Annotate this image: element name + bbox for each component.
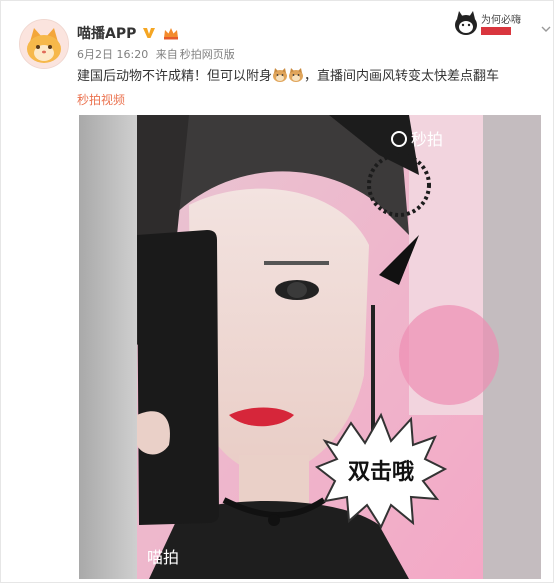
cat-avatar-icon (20, 20, 68, 68)
verified-v-icon (143, 28, 156, 38)
cat-stamp-icon: 为何必嗨 (455, 11, 521, 35)
stamp-text: 为何必嗨 (481, 13, 521, 26)
video-player[interactable]: 双击哦 秒拍 喵拍 (79, 115, 541, 579)
watermark-top: 秒拍 (411, 130, 443, 149)
weibo-card: 喵播APP 6月2日 16:20 来自 秒拍网页版 建国后动物不许成精！但可以附身… (0, 0, 554, 583)
more-dropdown[interactable] (541, 25, 551, 36)
doge-emoji-icon (289, 68, 304, 82)
cat-stamp: 为何必嗨 (453, 9, 539, 39)
video-frame: 双击哦 秒拍 喵拍 (79, 115, 541, 579)
user-row: 喵播APP (77, 23, 180, 43)
source-prefix: 来自 (155, 48, 178, 61)
post-text-part1: 建国后动物不许成精！但可以附身 (77, 69, 273, 84)
watermark-bottom: 喵拍 (147, 548, 179, 567)
post-source[interactable]: 秒拍网页版 (180, 48, 235, 61)
doge-emoji-icon (273, 68, 288, 82)
chevron-down-icon (541, 26, 551, 32)
post-text-part2: ，直播间内画风转变太快差点翻车 (304, 69, 500, 84)
member-badge-icon[interactable] (162, 26, 180, 40)
post-text: 建国后动物不许成精！但可以附身 ，直播间内画风转变太快差点翻车 (77, 68, 537, 86)
video-link[interactable]: 秒拍视频 (77, 91, 125, 108)
post-date[interactable]: 6月2日 16:20 (77, 48, 148, 61)
username[interactable]: 喵播APP (77, 23, 136, 43)
bubble-text: 双击哦 (348, 460, 414, 485)
avatar[interactable] (19, 19, 69, 69)
post-meta: 6月2日 16:20 来自 秒拍网页版 (77, 46, 235, 62)
